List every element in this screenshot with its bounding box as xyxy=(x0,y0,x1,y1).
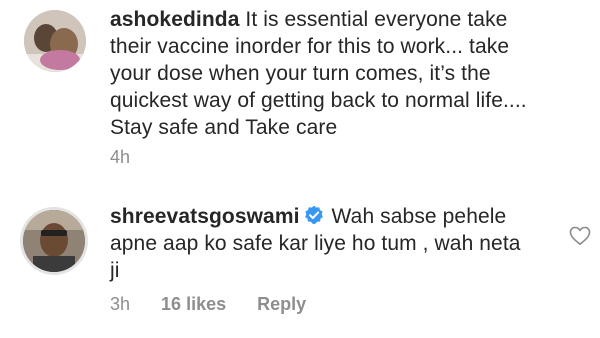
heart-icon[interactable] xyxy=(569,226,591,246)
comment-text: ashokedinda It is essential everyone tak… xyxy=(110,6,550,141)
comment-username[interactable]: shreevatsgoswami xyxy=(110,205,300,228)
verified-badge-icon xyxy=(304,205,323,224)
comment-time: 4h xyxy=(110,147,131,167)
comment-meta: 3h 16 likes Reply xyxy=(110,294,332,315)
comment-text: shreevatsgoswami Wah sabse pehele apne a… xyxy=(110,203,530,284)
avatar[interactable] xyxy=(24,10,86,72)
comment-username[interactable]: ashokedinda xyxy=(110,8,239,31)
comment-time: 3h xyxy=(110,294,131,314)
comment-meta: 4h xyxy=(110,147,156,168)
likes-count[interactable]: 16 likes xyxy=(161,294,226,314)
avatar[interactable] xyxy=(23,210,85,272)
reply-button[interactable]: Reply xyxy=(257,294,306,314)
